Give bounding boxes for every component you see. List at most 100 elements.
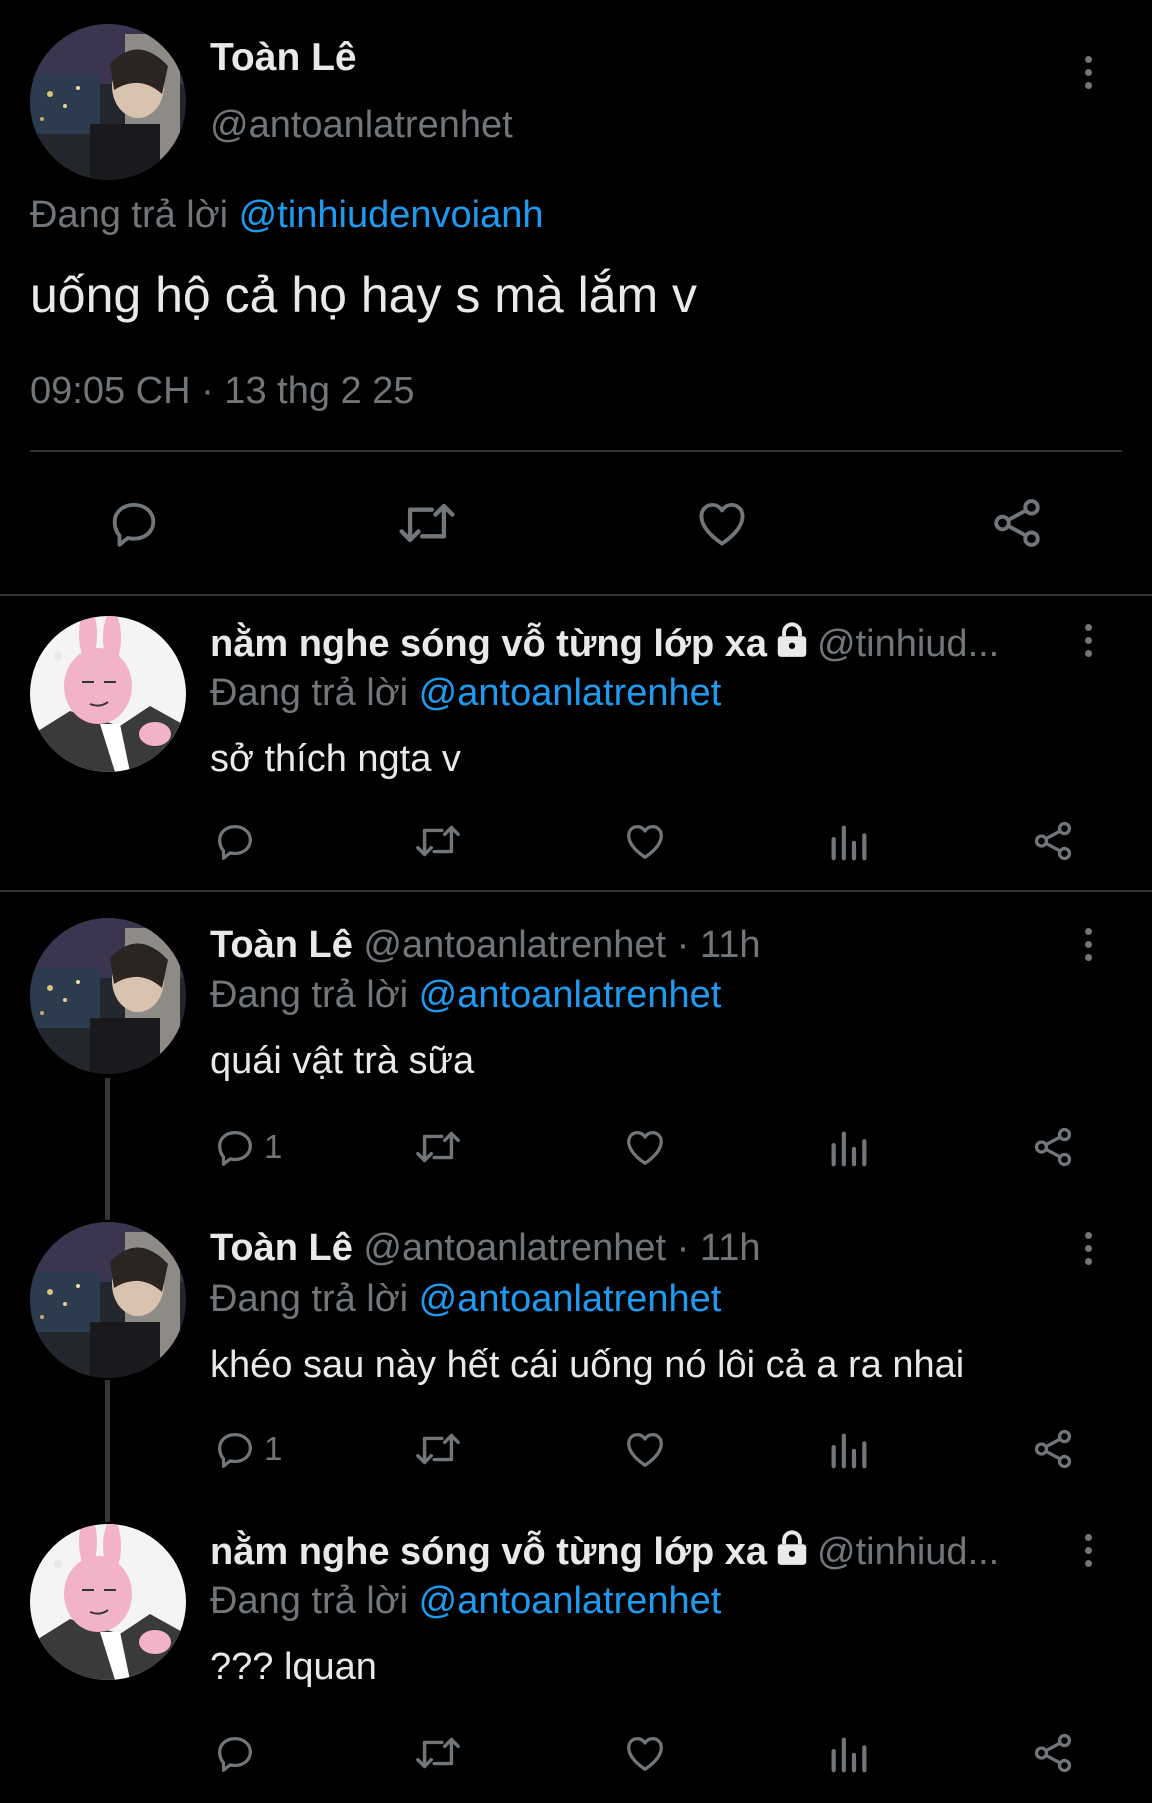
reply-header: Toàn Lê @antoanlatrenhet · 11h <box>210 1227 760 1270</box>
timestamp-divider <box>30 450 1122 452</box>
like-icon <box>627 1736 663 1771</box>
tweet-text: quái vật trà sữa <box>210 1040 475 1082</box>
avatar[interactable] <box>30 918 186 1074</box>
author-name[interactable]: nằm nghe sóng vỗ từng lớp xa <box>210 1531 767 1573</box>
share-icon <box>994 499 1040 547</box>
retweet-button[interactable] <box>395 494 459 552</box>
section-divider <box>0 594 1152 596</box>
replying-prefix: Đang trả lời <box>30 194 229 236</box>
share-button[interactable] <box>988 494 1046 552</box>
avatar[interactable] <box>30 24 186 180</box>
views-icon <box>831 1131 867 1167</box>
retweet-icon <box>416 1433 460 1465</box>
reply-header: nằm nghe sóng vỗ từng lớp xa @tinhiud... <box>210 1530 999 1578</box>
author-name[interactable]: Toàn Lê <box>210 1227 353 1269</box>
views-icon <box>831 1433 867 1469</box>
like-icon <box>627 1130 663 1165</box>
retweet-icon <box>416 1131 460 1163</box>
reply-button[interactable] <box>105 494 163 552</box>
reply-button[interactable]: 1 <box>212 1426 282 1472</box>
retweet-button[interactable] <box>412 1730 464 1776</box>
replying-to: Đang trả lời @antoanlatrenhet <box>210 672 721 715</box>
replying-to-link[interactable]: @antoanlatrenhet <box>419 1580 722 1622</box>
replying-to: Đang trả lời @antoanlatrenhet <box>210 974 721 1017</box>
avatar[interactable] <box>30 1524 186 1680</box>
replying-to-link[interactable]: @antoanlatrenhet <box>419 974 722 1016</box>
author-name[interactable]: Toàn Lê <box>210 924 353 966</box>
retweet-icon <box>399 503 455 543</box>
lock-icon <box>773 1530 811 1578</box>
views-icon <box>831 1737 867 1773</box>
replying-to: Đang trả lời @antoanlatrenhet <box>210 1580 721 1623</box>
reply-button[interactable] <box>212 1730 264 1776</box>
author-name[interactable]: nằm nghe sóng vỗ từng lớp xa <box>210 623 767 665</box>
tweet-text: uống hộ cả họ hay s mà lắm v <box>30 267 698 323</box>
like-icon <box>627 824 663 859</box>
reply-icon <box>218 1432 252 1468</box>
replying-prefix: Đang trả lời <box>210 974 409 1016</box>
replying-to: Đang trả lời @antoanlatrenhet <box>210 1278 721 1321</box>
like-icon <box>627 1432 663 1467</box>
share-icon <box>1034 1733 1072 1773</box>
like-button[interactable] <box>622 1426 668 1472</box>
reply-button[interactable] <box>212 818 264 864</box>
tweet-time[interactable]: · 11h <box>677 1227 761 1269</box>
retweet-button[interactable] <box>412 1426 464 1472</box>
views-button[interactable] <box>826 1426 872 1472</box>
tweet-time[interactable]: · 11h <box>677 924 761 966</box>
views-button[interactable] <box>826 1124 872 1170</box>
retweet-button[interactable] <box>412 1124 464 1170</box>
author-handle[interactable]: @tinhiud... <box>817 1531 999 1573</box>
author-handle[interactable]: @antoanlatrenhet <box>363 1227 666 1269</box>
more-options-icon[interactable] <box>1078 624 1098 657</box>
more-options-icon[interactable] <box>1078 928 1098 961</box>
reply-button[interactable]: 1 <box>212 1124 282 1170</box>
thread-line <box>105 1078 110 1220</box>
avatar[interactable] <box>30 1222 186 1378</box>
share-icon <box>1034 1127 1072 1167</box>
like-button[interactable] <box>622 818 668 864</box>
avatar[interactable] <box>30 616 186 772</box>
tweet-timestamp[interactable]: 09:05 CH · 13 thg 2 25 <box>30 370 414 413</box>
more-options-icon[interactable] <box>1078 1232 1098 1265</box>
replying-to-link[interactable]: @antoanlatrenhet <box>419 1278 722 1320</box>
tweet-text: sở thích ngta v <box>210 738 461 780</box>
views-button[interactable] <box>826 818 872 864</box>
replying-prefix: Đang trả lời <box>210 1278 409 1320</box>
reply-icon <box>218 824 252 860</box>
share-icon <box>1034 821 1072 861</box>
tweet-text: khéo sau này hết cái uống nó lôi cả a ra… <box>210 1344 965 1386</box>
replying-prefix: Đang trả lời <box>210 1580 409 1622</box>
like-button[interactable] <box>692 494 752 552</box>
reply-icon <box>218 1736 252 1772</box>
reply-header: Toàn Lê @antoanlatrenhet · 11h <box>210 924 760 967</box>
replying-to: Đang trả lời @tinhiudenvoianh <box>30 194 543 237</box>
tweet-text: ??? lquan <box>210 1646 377 1688</box>
author-name[interactable]: Toàn Lê <box>210 36 357 80</box>
more-options-icon[interactable] <box>1078 56 1098 89</box>
replying-to-link[interactable]: @antoanlatrenhet <box>419 672 722 714</box>
like-icon <box>699 502 745 546</box>
author-handle[interactable]: @antoanlatrenhet <box>210 104 513 147</box>
author-handle[interactable]: @antoanlatrenhet <box>363 924 666 966</box>
like-button[interactable] <box>622 1730 668 1776</box>
retweet-icon <box>416 1737 460 1769</box>
more-options-icon[interactable] <box>1078 1534 1098 1567</box>
retweet-button[interactable] <box>412 818 464 864</box>
share-button[interactable] <box>1030 818 1076 864</box>
share-button[interactable] <box>1030 1426 1076 1472</box>
replying-prefix: Đang trả lời <box>210 672 409 714</box>
reply-count: 1 <box>264 1128 283 1165</box>
reply-count: 1 <box>264 1430 283 1467</box>
author-handle[interactable]: @tinhiud... <box>817 623 999 665</box>
replying-to-link[interactable]: @tinhiudenvoianh <box>239 194 544 236</box>
section-divider <box>0 890 1152 892</box>
views-icon <box>831 825 867 861</box>
reply-icon <box>218 1130 252 1166</box>
like-button[interactable] <box>622 1124 668 1170</box>
share-icon <box>1034 1429 1072 1469</box>
views-button[interactable] <box>826 1730 872 1776</box>
reply-header: nằm nghe sóng vỗ từng lớp xa @tinhiud... <box>210 622 999 670</box>
share-button[interactable] <box>1030 1124 1076 1170</box>
share-button[interactable] <box>1030 1730 1076 1776</box>
